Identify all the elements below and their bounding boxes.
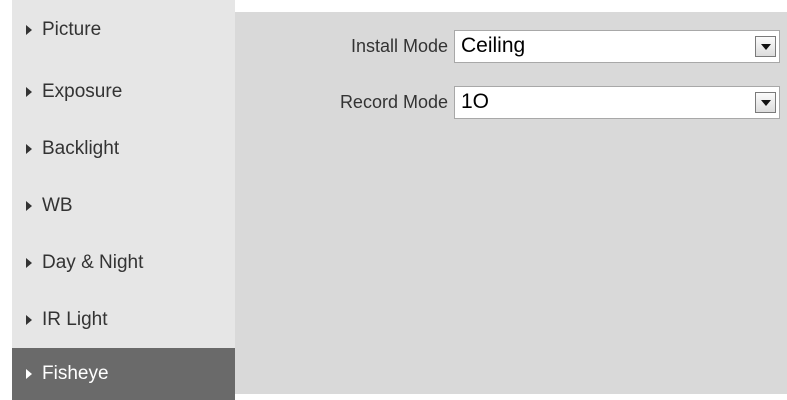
caret-right-icon bbox=[26, 314, 32, 325]
settings-panel: Install Mode Ceiling Record Mode 1O bbox=[235, 12, 787, 394]
install-mode-value: Ceiling bbox=[461, 34, 526, 57]
sidebar-item-fisheye[interactable]: Fisheye bbox=[12, 348, 235, 400]
sidebar-item-wb[interactable]: WB bbox=[12, 177, 235, 234]
sidebar-item-label: IR Light bbox=[42, 308, 108, 330]
sidebar-item-label: Day & Night bbox=[42, 251, 144, 273]
chevron-down-icon[interactable] bbox=[755, 91, 776, 113]
caret-right-icon bbox=[26, 200, 32, 211]
sidebar-item-label: WB bbox=[42, 194, 73, 216]
sidebar-item-ir-light[interactable]: IR Light bbox=[12, 291, 235, 348]
install-mode-label: Install Mode bbox=[350, 35, 448, 56]
caret-right-icon bbox=[26, 24, 32, 35]
sidebar-item-label: Exposure bbox=[42, 80, 123, 102]
record-mode-select[interactable]: 1O bbox=[454, 85, 780, 119]
caret-right-icon bbox=[26, 86, 32, 97]
chevron-down-icon[interactable] bbox=[755, 35, 776, 57]
caret-right-icon bbox=[26, 369, 32, 379]
sidebar-item-exposure[interactable]: Exposure bbox=[12, 63, 235, 120]
record-mode-label: Record Mode bbox=[339, 91, 448, 112]
sidebar-item-label: Backlight bbox=[42, 137, 120, 159]
caret-right-icon bbox=[26, 257, 32, 268]
sidebar-item-picture[interactable]: Picture bbox=[12, 0, 235, 63]
sidebar-item-day-night[interactable]: Day & Night bbox=[12, 234, 235, 291]
sidebar-menu: Picture Exposure Backlight WB Day & Nigh… bbox=[12, 0, 235, 400]
record-mode-row: Record Mode 1O bbox=[235, 85, 787, 119]
sidebar-item-backlight[interactable]: Backlight bbox=[12, 120, 235, 177]
install-mode-row: Install Mode Ceiling bbox=[235, 29, 787, 63]
caret-right-icon bbox=[26, 143, 32, 154]
sidebar-item-label: Picture bbox=[42, 18, 102, 40]
sidebar-item-label: Fisheye bbox=[42, 363, 109, 384]
record-mode-value: 1O bbox=[461, 90, 490, 113]
install-mode-select[interactable]: Ceiling bbox=[454, 29, 780, 63]
